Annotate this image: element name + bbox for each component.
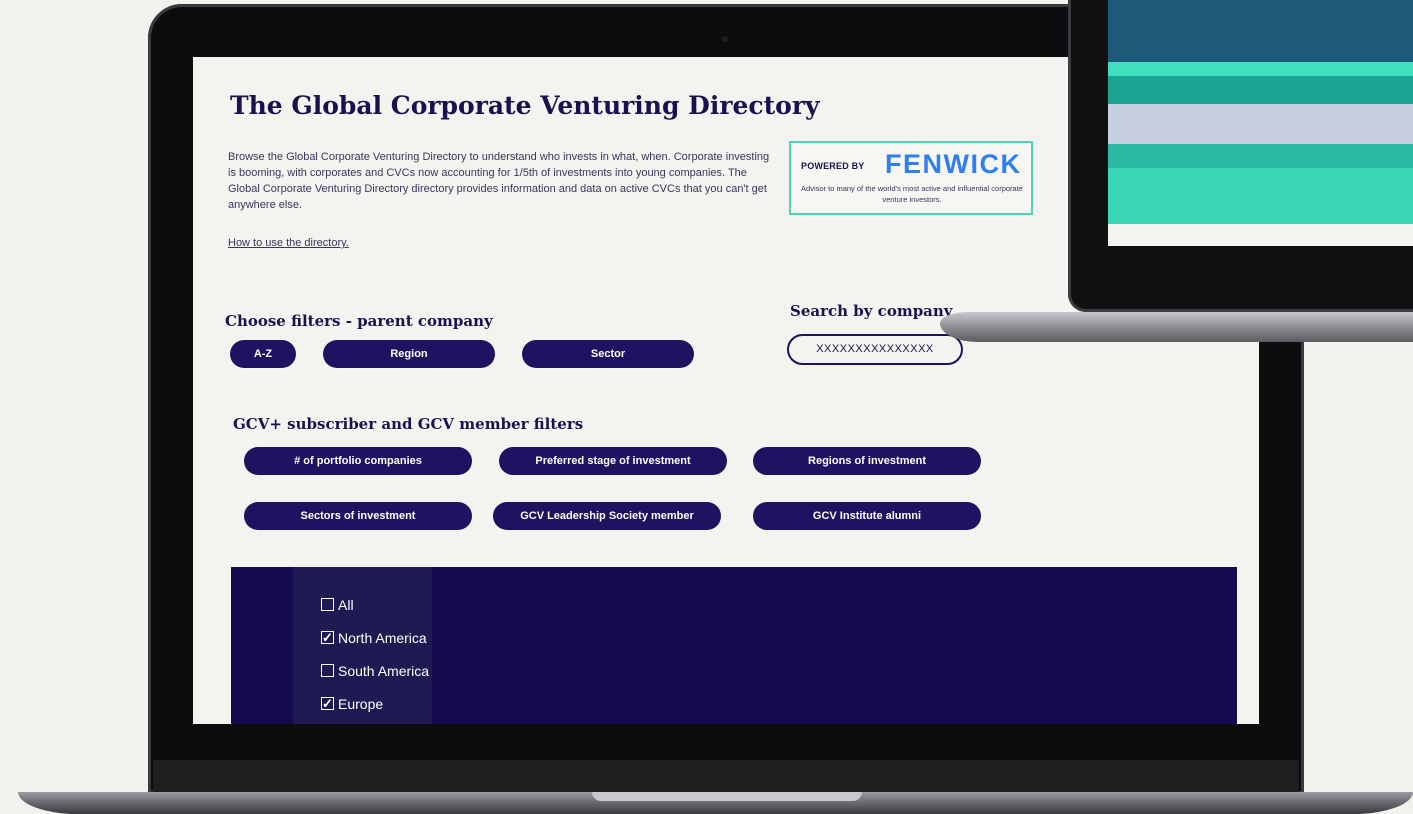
checkbox-icon[interactable] xyxy=(321,664,334,677)
screen-stripe xyxy=(1108,168,1413,224)
region-dropdown: All North America South America Europe xyxy=(293,567,432,724)
option-label: All xyxy=(338,597,354,613)
screen-stripe xyxy=(1108,76,1413,104)
second-laptop-base xyxy=(940,312,1413,342)
company-search-input[interactable]: XXXXXXXXXXXXXXX xyxy=(787,334,963,365)
filter-regions-of-investment-button[interactable]: Regions of investment xyxy=(753,447,981,475)
screen-stripe xyxy=(1108,104,1413,144)
checkbox-icon[interactable] xyxy=(321,598,334,611)
search-heading: Search by company xyxy=(790,302,953,320)
region-option-north-america[interactable]: North America xyxy=(321,627,427,649)
laptop-chin xyxy=(153,760,1299,794)
parent-filters-heading: Choose filters - parent company xyxy=(225,312,493,330)
checkbox-checked-icon[interactable] xyxy=(321,693,334,715)
filter-leadership-society-button[interactable]: GCV Leadership Society member xyxy=(493,502,721,530)
option-label: Europe xyxy=(338,696,384,712)
region-option-all[interactable]: All xyxy=(321,594,354,616)
second-laptop-screen xyxy=(1108,0,1413,246)
screen-stripe xyxy=(1108,0,1413,62)
powered-by-label: POWERED BY xyxy=(801,161,865,171)
results-panel: All North America South America Europe xyxy=(231,567,1237,724)
filter-preferred-stage-button[interactable]: Preferred stage of investment xyxy=(499,447,727,475)
region-option-europe[interactable]: Europe xyxy=(321,693,383,715)
sponsor-tagline: Advisor to many of the world's most acti… xyxy=(801,184,1023,204)
filter-sectors-of-investment-button[interactable]: Sectors of investment xyxy=(244,502,472,530)
how-to-use-link[interactable]: How to use the directory. xyxy=(228,237,349,249)
filter-a-z-button[interactable]: A-Z xyxy=(230,340,296,368)
filter-region-button[interactable]: Region xyxy=(323,340,495,368)
screen-stripe xyxy=(1108,224,1413,246)
option-label: North America xyxy=(338,630,427,646)
filter-portfolio-companies-button[interactable]: # of portfolio companies xyxy=(244,447,472,475)
member-filters-heading: GCV+ subscriber and GCV member filters xyxy=(233,415,584,433)
screen-stripe xyxy=(1108,144,1413,168)
intro-text: Browse the Global Corporate Venturing Di… xyxy=(228,151,770,211)
region-option-south-america[interactable]: South America xyxy=(321,660,429,682)
option-label: South America xyxy=(338,663,430,679)
filter-institute-alumni-button[interactable]: GCV Institute alumni xyxy=(753,502,981,530)
camera-icon xyxy=(722,36,728,42)
fenwick-logo: FENWICK xyxy=(885,149,1022,179)
screen-stripe xyxy=(1108,62,1413,76)
checkbox-checked-icon[interactable] xyxy=(321,627,334,649)
sponsor-box[interactable]: POWERED BY FENWICK Advisor to many of th… xyxy=(789,141,1033,215)
filter-sector-button[interactable]: Sector xyxy=(522,340,694,368)
page-title: The Global Corporate Venturing Directory xyxy=(230,91,820,120)
laptop-base-notch xyxy=(592,792,862,801)
